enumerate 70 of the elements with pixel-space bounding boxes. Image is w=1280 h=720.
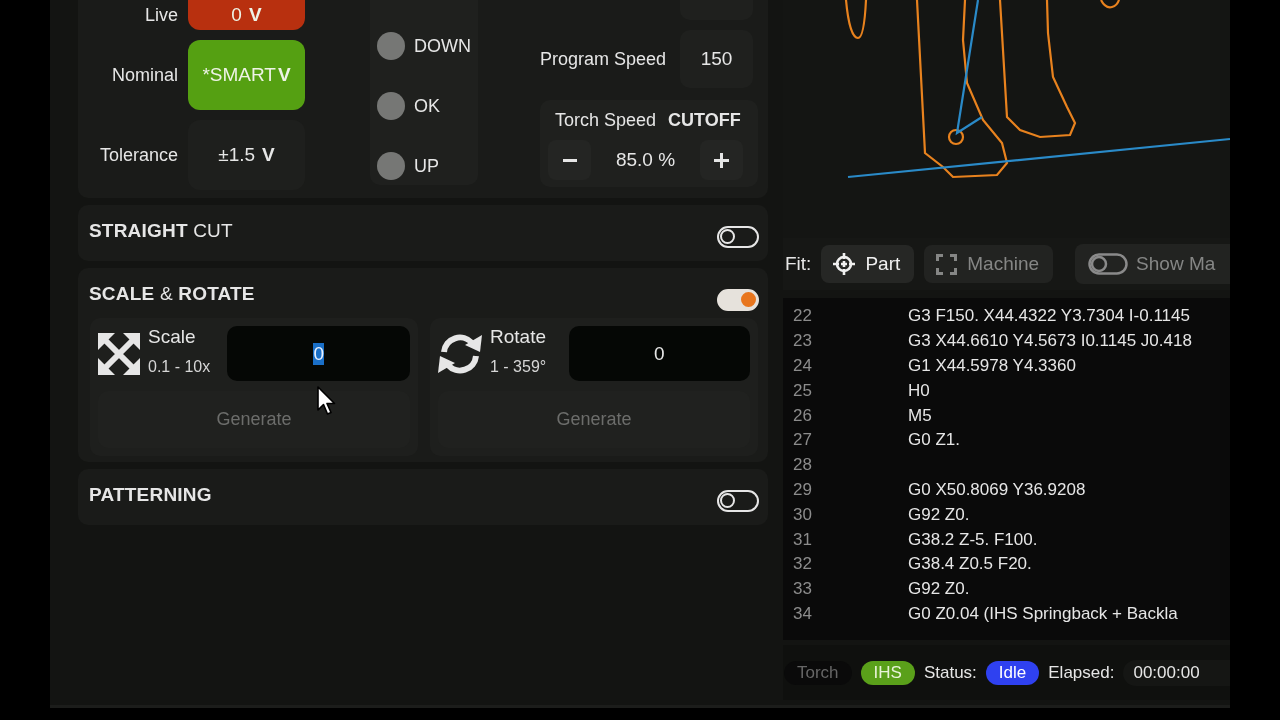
line-number: 30 — [792, 504, 813, 525]
code-line: G0 Z1. — [908, 430, 960, 451]
field-label: Live — [143, 4, 178, 26]
section-title: STRAIGHT CUT — [89, 220, 233, 242]
status-badge: Idle — [985, 660, 1040, 685]
tolerance-value-field[interactable]: ±1.5 V — [188, 120, 305, 190]
minus-icon — [562, 158, 577, 162]
tool-label: Scale — [148, 326, 197, 348]
line-number: 24 — [792, 356, 813, 376]
elapsed-label: Elapsed: — [1048, 662, 1115, 683]
range-label: 1 - 359° — [490, 357, 548, 377]
decrease-button[interactable] — [548, 140, 591, 180]
toggle-switch[interactable] — [717, 490, 759, 512]
line-number: 23 — [792, 331, 813, 352]
status-label: Status: — [923, 662, 977, 683]
code-line: G0 Z0.04 (IHS Springback + Backla — [908, 603, 1178, 624]
status-badge: IHS — [860, 660, 915, 685]
toggle-switch[interactable] — [717, 226, 759, 248]
code-line: G92 Z0. — [908, 504, 970, 525]
code-line: G0 X50.8069 Y36.9208 — [908, 479, 1086, 500]
code-line: G38.2 Z-5. F100. — [908, 529, 1038, 550]
expand-arrows-icon — [98, 332, 140, 375]
indicator-label: OK — [414, 95, 440, 117]
status-badge: Torch — [784, 660, 852, 685]
code-line: M5 — [908, 405, 932, 426]
code-line: G1 X44.5978 Y4.3360 — [908, 356, 1076, 376]
line-number: 26 — [792, 405, 813, 426]
indicator-label: DOWN — [414, 35, 471, 57]
line-number: 22 — [792, 306, 813, 327]
torch-speed-label: Torch Speed — [555, 109, 657, 131]
rotate-input[interactable]: 0 — [568, 326, 750, 381]
torch-mode-label: CUTOFF — [668, 109, 741, 131]
increase-button[interactable] — [700, 140, 743, 180]
line-number: 25 — [792, 380, 813, 401]
range-label: 0.1 - 10x — [148, 357, 212, 377]
live-voltage-button[interactable]: 0 V — [188, 0, 305, 30]
torch-speed-value: 85.0 % — [615, 149, 676, 171]
elapsed-time: 00:00:00 — [1123, 659, 1230, 686]
fit-machine-button[interactable]: Machine — [924, 245, 1054, 283]
line-number: 28 — [792, 455, 813, 476]
fit-part-button[interactable]: Part — [821, 245, 915, 283]
show-toggle-button[interactable]: Show Ma — [1075, 244, 1230, 284]
field-label: Tolerance — [98, 144, 178, 166]
code-line: G3 F150. X44.4322 Y3.7304 I-0.1145 — [908, 306, 1190, 327]
section-title: SCALE & ROTATE — [89, 283, 255, 305]
line-number: 29 — [792, 479, 813, 500]
fullscreen-corners-icon — [936, 253, 958, 275]
indicator-label: UP — [414, 155, 439, 177]
line-number: 27 — [792, 430, 813, 451]
line-number: 33 — [792, 579, 813, 600]
mouse-cursor-icon — [317, 386, 337, 416]
code-line: H0 — [908, 380, 930, 401]
toggle-switch[interactable] — [717, 289, 759, 311]
program-speed-label: Program Speed — [540, 48, 668, 70]
tool-label: Rotate — [490, 326, 547, 348]
scale-input[interactable]: 0 — [227, 326, 410, 381]
rotate-arrows-icon — [438, 332, 482, 375]
program-speed-field[interactable]: 150 — [680, 30, 753, 88]
section-title: PATTERNING — [89, 484, 212, 506]
nominal-voltage-button[interactable]: *SMARTV — [188, 40, 305, 110]
fit-label: Fit: — [785, 253, 812, 275]
line-number: 34 — [792, 603, 813, 624]
field-label: Nominal — [110, 64, 178, 86]
line-number: 32 — [792, 554, 813, 575]
crosshair-icon — [833, 253, 856, 275]
code-line: G3 X44.6610 Y4.5673 I0.1145 J0.418 — [908, 331, 1192, 352]
line-number: 31 — [792, 529, 813, 550]
code-line: G38.4 Z0.5 F20. — [908, 554, 1032, 575]
code-line: G92 Z0. — [908, 579, 970, 600]
plus-icon — [714, 152, 729, 168]
